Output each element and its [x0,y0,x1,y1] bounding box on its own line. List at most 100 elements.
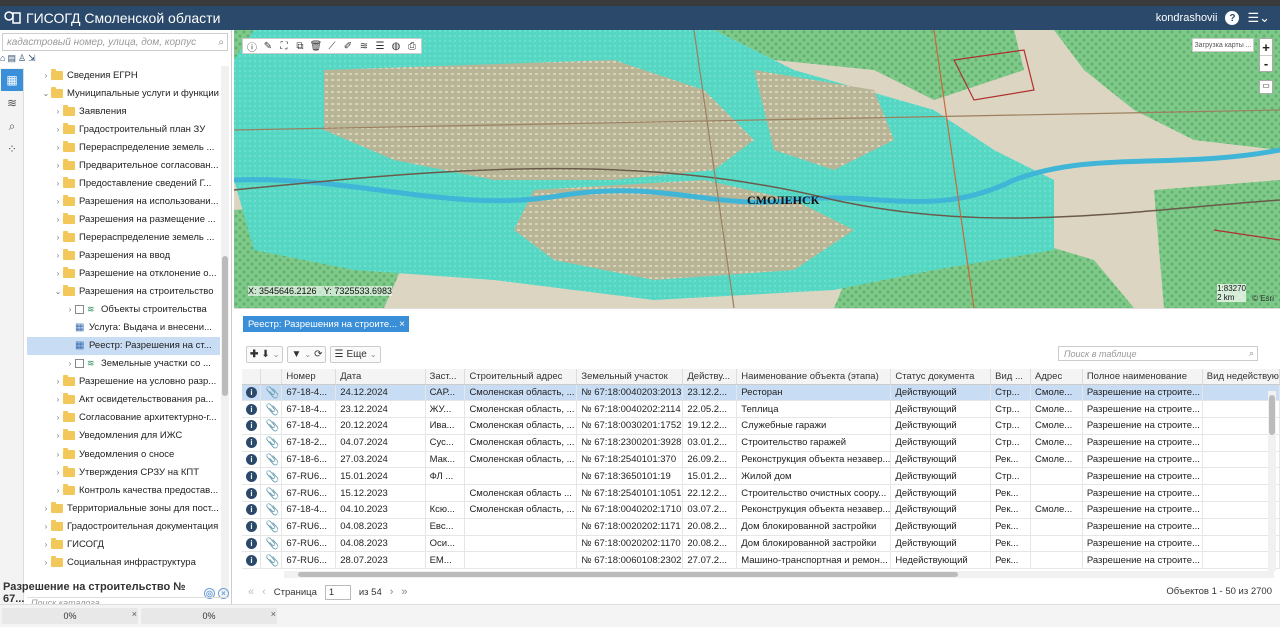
select-icon[interactable]: ⛶ [277,41,291,52]
info-icon[interactable]: i [246,386,257,398]
paperclip-icon[interactable]: 📎 [265,420,279,432]
expand-arrow-icon[interactable]: › [53,161,63,170]
table-search-input[interactable]: Поиск в таблице ⌕ [1058,346,1258,361]
column-header[interactable]: Вид ... [990,369,1032,385]
column-header[interactable]: Действу... [682,369,738,385]
expand-arrow-icon[interactable]: ⌄ [41,89,51,98]
filter-button[interactable]: ▼ ⌄ ⟳ [287,346,327,363]
print-icon[interactable]: ⎙ [405,41,419,52]
copy-icon[interactable]: ⧉ [293,41,307,52]
tree-node[interactable]: › Разрешения на ввод [27,246,220,264]
expand-arrow-icon[interactable]: › [53,215,63,224]
tree-node[interactable]: › Социальная инфраструктура [27,553,220,571]
search-tab-icon[interactable]: ⌕ [1,115,23,137]
tree-node[interactable]: › Перераспределение земель ... [27,138,220,156]
grid-horizontal-scrollbar[interactable] [284,571,1274,578]
expand-arrow-icon[interactable]: › [41,522,51,531]
info-icon[interactable]: i [246,420,257,432]
home-icon[interactable]: ⌂ [0,53,5,65]
expand-arrow-icon[interactable]: › [53,233,63,242]
column-header[interactable]: Заст... [425,369,466,385]
expand-arrow-icon[interactable]: › [41,558,51,567]
info-icon[interactable]: i [246,437,257,449]
expand-arrow-icon[interactable]: › [41,71,51,80]
search-icon[interactable]: ⌕ [218,37,224,48]
info-icon[interactable]: i [246,454,257,466]
more-button[interactable]: ☰ Еще ⌄ [330,346,381,363]
tree-node[interactable]: › Согласование архитектурно-г... [27,409,220,427]
search-icon[interactable]: ⌕ [1249,348,1254,359]
column-header[interactable]: Номер [281,369,337,385]
tree-node[interactable]: › ГИСОГД [27,535,220,553]
globe-icon[interactable]: ◍ [389,41,403,52]
user-icon[interactable]: ♙ [18,53,26,65]
paperclip-icon[interactable]: 📎 [265,454,279,466]
table-row[interactable]: i 📎 67-RU6... 15.01.2024 ФЛ ... № 67:18:36501… [242,467,1280,486]
layer-checkbox[interactable] [75,359,84,369]
expand-arrow-icon[interactable]: › [53,107,63,116]
table-row[interactable]: i 📎 67-RU6... 04.08.2023 Оси... № 67:18:00202… [242,535,1280,553]
close-icon[interactable]: × [132,609,137,619]
user-name[interactable]: kondrashovii [1156,12,1218,24]
tree-node[interactable]: › Уведомления о сносе [27,445,220,463]
paperclip-icon[interactable]: 📎 [265,555,279,567]
page-number-input[interactable]: 1 [324,584,351,600]
expand-arrow-icon[interactable]: › [53,269,63,278]
edit-icon[interactable]: ✎ [261,41,275,52]
expand-arrow-icon[interactable]: › [53,450,63,459]
expand-arrow-icon[interactable]: › [53,468,63,477]
expand-arrow-icon[interactable]: › [65,305,75,314]
tree-node[interactable]: ⌄ Муниципальные услуги и функции [27,84,220,102]
tree-node[interactable]: › Сведения ЕГРН [27,66,220,84]
registry-tab[interactable]: Реестр: Разрешения на строите... × [243,316,409,332]
tree-node[interactable]: › Предоставление сведений Г... [27,174,220,192]
tree-node[interactable]: › Перераспределение земель ... [27,228,220,246]
expand-arrow-icon[interactable]: › [53,125,63,134]
layer-checkbox[interactable] [75,305,84,315]
tree-node[interactable]: › ≋ Объекты строительства [27,301,220,319]
info-icon[interactable]: i [246,538,257,550]
expand-arrow-icon[interactable]: › [53,377,63,386]
menu-icon[interactable]: ☰⌄ [1247,10,1270,26]
table-row[interactable]: i 📎 67-RU6... 04.08.2023 Евс... № 67:18:00202… [242,518,1280,536]
delete-icon[interactable]: 🗑 [309,41,323,52]
paperclip-icon[interactable]: 📎 [265,488,279,500]
document-icon[interactable]: ▤ [7,53,16,65]
paperclip-icon[interactable]: 📎 [265,404,279,416]
tree-node[interactable]: ⌄ Разрешения на строительство [27,283,220,301]
table-row[interactable]: i 📎 67-RU6... 28.07.2023 ЕМ... № 67:18:006010… [242,551,1280,570]
column-header[interactable]: Строительный адрес [464,369,578,385]
tree-node[interactable]: › Уведомления для ИЖС [27,427,220,445]
table-row[interactable]: i 📎 67-18-2... 04.07.2024 Сус... Смоленская о… [242,434,1280,452]
info-icon[interactable]: i [246,487,257,499]
column-header[interactable]: Адрес [1030,369,1083,385]
tree-node[interactable]: › Утверждения СРЗУ на КПТ [27,463,220,481]
paperclip-icon[interactable]: 📎 [265,504,279,516]
info-icon[interactable]: i [246,470,257,482]
tree-node[interactable]: › Акт освидетельствования ра... [27,391,220,409]
column-header[interactable]: Статус документа [890,369,992,385]
expand-arrow-icon[interactable]: › [41,540,51,549]
tree-node[interactable]: › Контроль качества предостав... [27,481,220,499]
table-row[interactable]: i 📎 67-RU6... 15.12.2023 Смоленская область … [242,484,1280,503]
routes-tab-icon[interactable]: ⁘ [1,138,23,160]
tree-node[interactable]: › Градостроительная документация [27,517,220,535]
list-icon[interactable]: ☰ [373,41,387,52]
tree-node[interactable]: › Разрешения на размещение ... [27,210,220,228]
layers-icon[interactable]: ≋ [357,41,371,52]
catalog-tab-icon[interactable]: ▦ [1,69,23,91]
expand-arrow-icon[interactable]: › [53,486,63,495]
paperclip-icon[interactable]: 📎 [265,521,279,533]
map-view[interactable]: ⓘ ✎ ⛶ ⧉ 🗑 ⟋ ✐ ≋ ☰ ◍ ⎙ Загрузка карты ... + - ▭ СМО… [234,30,1280,308]
expand-arrow-icon[interactable]: › [53,179,63,188]
tree-node[interactable]: › Градостроительный план ЗУ [27,120,220,138]
add-export-button[interactable]: ✚ ⬇ ⌄ [246,346,284,363]
tree-node[interactable]: › Разрешение на отклонение о... [27,265,220,283]
tree-node[interactable]: ▦ Реестр: Разрешения на ст... [27,336,220,355]
first-page-icon[interactable]: « [248,586,254,598]
close-tab-icon[interactable]: × [399,319,405,330]
export-icon[interactable]: ⇲ [28,53,36,65]
paperclip-icon[interactable]: 📎 [265,437,279,449]
draw-icon[interactable]: ✐ [341,41,355,52]
expand-arrow-icon[interactable]: › [53,251,63,260]
